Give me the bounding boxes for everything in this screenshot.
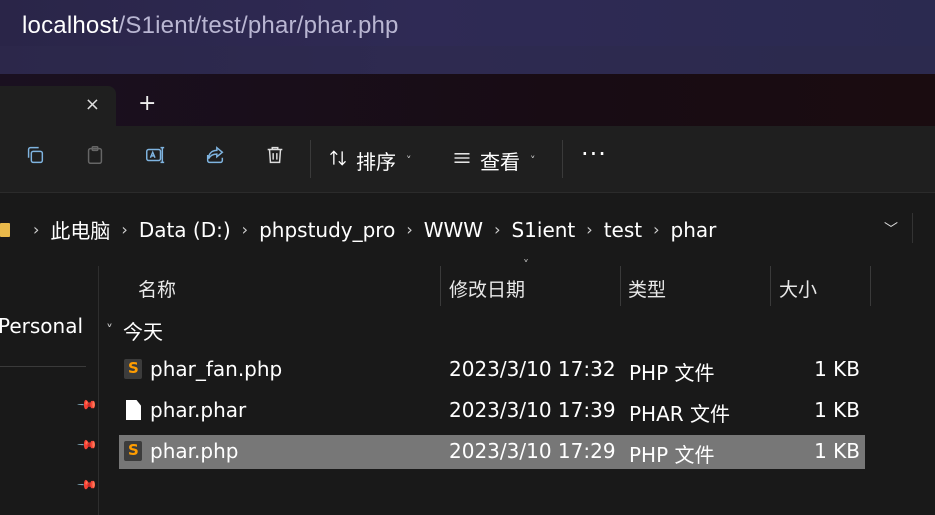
delete-icon[interactable]	[264, 144, 290, 170]
file-type: PHP 文件	[629, 361, 715, 385]
view-label: 查看	[480, 150, 520, 174]
command-bar: 排序 ˅ 查看 ˅ ···	[0, 126, 935, 193]
column-divider[interactable]	[770, 266, 771, 306]
breadcrumb: › 此电脑 › Data (D:) › phpstudy_pro › WWW ›…	[0, 215, 716, 244]
file-size: 1 KB	[814, 357, 860, 381]
active-tab[interactable]: ×	[0, 86, 116, 126]
column-header-type[interactable]: 类型	[628, 275, 666, 315]
chevron-right-icon[interactable]: ›	[406, 220, 412, 239]
sort-descending-icon: ˅	[523, 258, 529, 272]
file-size: 1 KB	[814, 398, 860, 422]
url-text[interactable]: localhost/S1ient/test/phar/phar.php	[22, 12, 399, 40]
pane-divider[interactable]	[98, 266, 99, 515]
column-divider[interactable]	[620, 266, 621, 306]
close-tab-icon[interactable]: ×	[85, 94, 100, 115]
nav-divider	[0, 366, 86, 367]
chevron-right-icon: ›	[33, 220, 40, 239]
navigation-pane: Personal 📌 📌 📌	[0, 262, 98, 515]
breadcrumb-item-www[interactable]: WWW	[424, 218, 483, 242]
php-file-icon: S	[124, 359, 142, 379]
view-button[interactable]: 查看 ˅	[452, 146, 536, 175]
toolbar-divider	[310, 140, 311, 178]
chevron-down-icon: ˅	[406, 154, 412, 167]
breadcrumb-item-this-pc[interactable]: 此电脑	[50, 215, 110, 244]
breadcrumb-item-drive[interactable]: Data (D:)	[139, 218, 231, 242]
explorer-tab-strip: × +	[0, 74, 935, 126]
paste-icon[interactable]	[84, 144, 110, 170]
chevron-right-icon[interactable]: ›	[121, 220, 127, 239]
file-date: 2023/3/10 17:32	[449, 357, 616, 381]
chevron-right-icon[interactable]: ›	[242, 220, 248, 239]
pin-icon[interactable]: 📌	[76, 434, 98, 456]
generic-file-icon	[126, 400, 141, 420]
url-host: localhost	[22, 12, 119, 39]
php-file-icon: S	[124, 441, 142, 461]
file-name: phar.php	[150, 439, 239, 463]
file-date: 2023/3/10 17:29	[449, 439, 616, 463]
column-divider[interactable]	[870, 266, 871, 306]
file-date: 2023/3/10 17:39	[449, 398, 616, 422]
chevron-right-icon[interactable]: ›	[653, 220, 659, 239]
view-icon	[452, 148, 472, 173]
column-header-size[interactable]: 大小	[779, 275, 817, 315]
address-breadcrumb-bar: › 此电脑 › Data (D:) › phpstudy_pro › WWW ›…	[0, 203, 935, 253]
file-name: phar_fan.php	[150, 357, 283, 381]
file-size: 1 KB	[814, 439, 860, 463]
chevron-down-icon: ˅	[106, 322, 113, 339]
breadcrumb-item-s1ient[interactable]: S1ient	[511, 218, 575, 242]
file-row[interactable]: S phar_fan.php 2023/3/10 17:32 PHP 文件 1 …	[119, 353, 865, 387]
group-label: 今天	[123, 320, 163, 344]
chevron-right-icon[interactable]: ›	[494, 220, 500, 239]
breadcrumb-item-phpstudy[interactable]: phpstudy_pro	[259, 218, 395, 242]
breadcrumb-item-phar[interactable]: phar	[671, 218, 717, 242]
browser-bar-strip	[0, 46, 935, 74]
file-name: phar.phar	[150, 398, 247, 422]
folder-icon	[0, 222, 10, 237]
rename-icon[interactable]	[144, 144, 170, 170]
more-options-button[interactable]: ···	[581, 140, 607, 168]
file-type: PHAR 文件	[629, 402, 731, 426]
nav-item-personal[interactable]: Personal	[0, 314, 83, 338]
url-path: /S1ient/test/phar/phar.php	[118, 12, 399, 39]
column-header-date[interactable]: 修改日期	[449, 275, 525, 315]
pin-icon[interactable]: 📌	[76, 474, 98, 496]
sort-label: 排序	[356, 150, 396, 174]
sort-icon	[328, 148, 348, 173]
chevron-down-icon: ˅	[530, 154, 536, 167]
file-row[interactable]: phar.phar 2023/3/10 17:39 PHAR 文件 1 KB	[119, 394, 865, 428]
new-tab-button[interactable]: +	[138, 92, 156, 116]
pin-icon[interactable]: 📌	[76, 394, 98, 416]
file-type: PHP 文件	[629, 443, 715, 467]
breadcrumb-item-test[interactable]: test	[604, 218, 642, 242]
share-icon[interactable]	[204, 144, 230, 170]
column-divider[interactable]	[440, 266, 441, 306]
breadcrumb-divider	[912, 213, 913, 243]
chevron-right-icon[interactable]: ›	[586, 220, 592, 239]
toolbar-divider	[562, 140, 563, 178]
chevron-down-icon[interactable]: ﹀	[884, 219, 898, 239]
sort-button[interactable]: 排序 ˅	[328, 146, 412, 175]
file-row-selected[interactable]: S phar.php 2023/3/10 17:29 PHP 文件 1 KB	[119, 435, 865, 469]
group-header-today[interactable]: ˅ 今天	[106, 316, 163, 345]
copy-icon[interactable]	[24, 144, 50, 170]
browser-address-bar[interactable]: localhost/S1ient/test/phar/phar.php	[0, 0, 935, 74]
column-header-name[interactable]: 名称	[138, 275, 176, 315]
